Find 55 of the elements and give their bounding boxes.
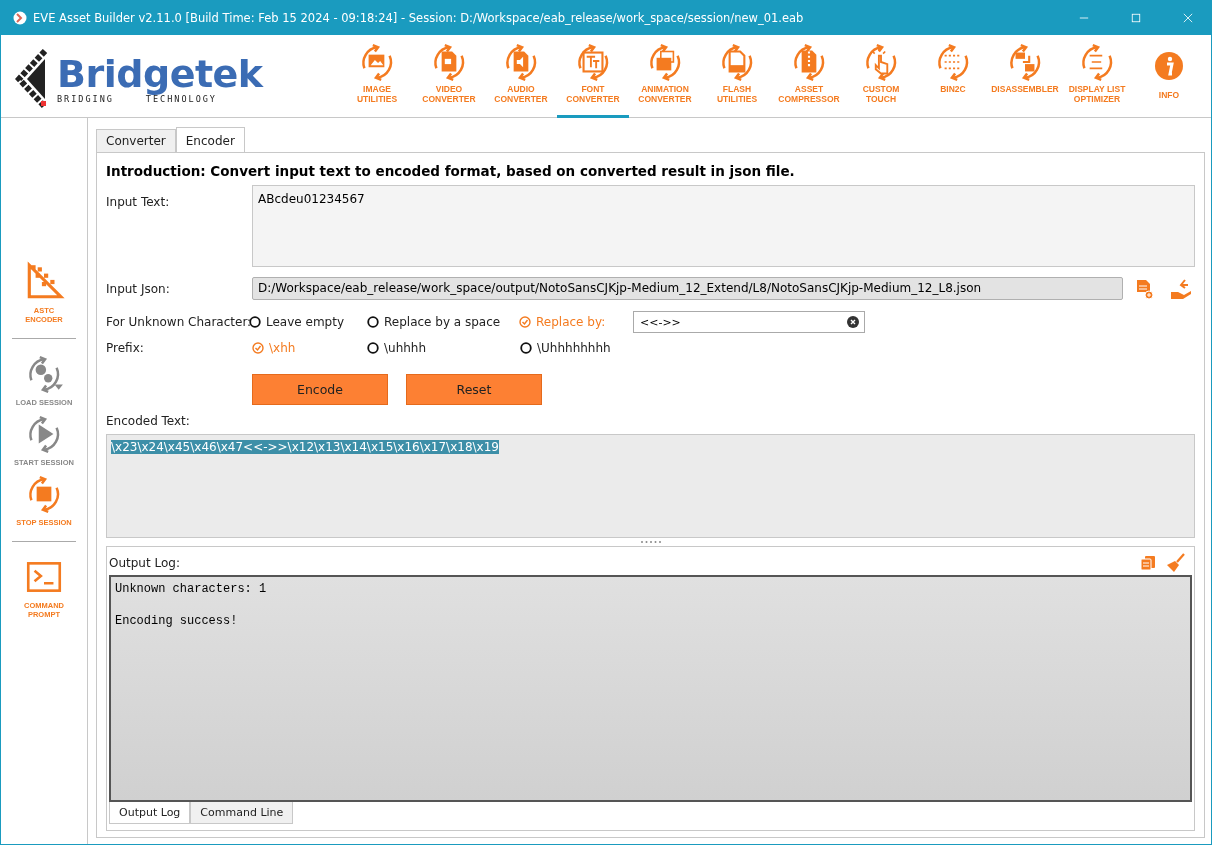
toolbar-button[interactable]: FLASH UTILITIES — [701, 41, 773, 118]
radio-option[interactable]: Replace by: — [519, 315, 619, 329]
window-title: EVE Asset Builder v2.11.0 [Build Time: Feb 15 2024 - 09:18:24] - Session: D:/Workspace/eab_release/work_space/session/new_01.eab — [33, 11, 805, 25]
toolbar-button[interactable]: DISASSEMBLER — [989, 41, 1061, 118]
splitter-grip-icon[interactable] — [639, 540, 662, 544]
field-label: Prefix: — [106, 341, 145, 355]
log-line: Encoding success! — [115, 613, 239, 629]
introduction-text: Introduction: Convert input text to encoded format, based on converted result in json file. — [106, 163, 796, 179]
radio-option[interactable]: Leave empty — [249, 315, 367, 329]
radio-option[interactable]: \Uhhhhhhhh — [520, 341, 650, 355]
toolbar-button[interactable]: DISPLAY LIST OPTIMIZER — [1061, 41, 1133, 118]
field-label: Output Log: — [109, 556, 181, 570]
encoded-text-field[interactable]: \x23\x24\x45\x46\x47<<->>\x12\x13\x14\x15\x16\x17\x18\x19 — [106, 434, 1195, 538]
logo-tagline: BRIDGING — [57, 94, 114, 104]
tab[interactable]: Encoder — [175, 127, 245, 153]
action-button[interactable]: Reset — [406, 374, 542, 405]
info-icon — [1154, 51, 1184, 81]
radio-circle-icon — [249, 316, 261, 328]
field-label: For Unknown Character: — [106, 315, 252, 329]
toolbar-button[interactable]: INFO — [1133, 41, 1205, 118]
hand-arrow-icon[interactable] — [1169, 277, 1193, 300]
tab[interactable]: Command Line — [190, 802, 294, 824]
field-label: Input Text: — [106, 194, 171, 209]
clear-icon[interactable] — [847, 316, 859, 328]
radio-option[interactable]: \xhh — [252, 341, 367, 355]
radio-circle-icon — [520, 342, 532, 354]
toolbar-button[interactable]: BIN2C — [917, 41, 989, 118]
toolbar-button[interactable]: ANIMATION CONVERTER — [629, 41, 701, 118]
input-text-field[interactable]: ABcdeu01234567 — [252, 185, 1195, 267]
tab[interactable]: Output Log — [109, 802, 191, 824]
logo-name: Bridgetek — [57, 54, 263, 94]
broom-icon[interactable] — [1166, 553, 1186, 573]
radio-circle-icon — [367, 316, 379, 328]
toolbar-button[interactable]: AUDIO CONVERTER — [485, 41, 557, 118]
field-label: Encoded Text: — [106, 414, 191, 428]
app-icon — [13, 11, 27, 25]
check-circle-icon — [252, 342, 264, 354]
field-label: Input Json: — [106, 281, 171, 296]
radio-option[interactable]: \uhhhh — [367, 341, 520, 355]
logo-tagline: TECHNOLOGY — [145, 94, 217, 104]
check-circle-icon — [519, 316, 531, 328]
copy-icon[interactable] — [1140, 555, 1156, 571]
toolbar-button[interactable]: ASSET COMPRESSOR — [773, 41, 845, 118]
toolbar-button[interactable]: CUSTOM TOUCH — [845, 41, 917, 118]
logo-mark-icon — [15, 49, 49, 109]
replace-field[interactable]: <<->> — [633, 311, 865, 333]
tab[interactable]: Converter — [96, 129, 176, 152]
radio-option[interactable]: Replace by a space — [367, 315, 519, 329]
action-button[interactable]: Encode — [252, 374, 388, 405]
toolbar-button[interactable]: IMAGE UTILITIES — [341, 41, 413, 118]
toolbar-button[interactable]: VIDEO CONVERTER — [413, 41, 485, 118]
log-line: Unknown characters: 1 — [115, 581, 268, 597]
radio-circle-icon — [367, 342, 379, 354]
json-path-field[interactable]: D:/Workspace/eab_release/work_space/output/NotoSansCJKjp-Medium_12_Extend/L8/NotoSansCJKjp-Medium_12_L8.json — [252, 277, 1123, 300]
toolbar-button[interactable]: FONT CONVERTER — [557, 41, 629, 118]
